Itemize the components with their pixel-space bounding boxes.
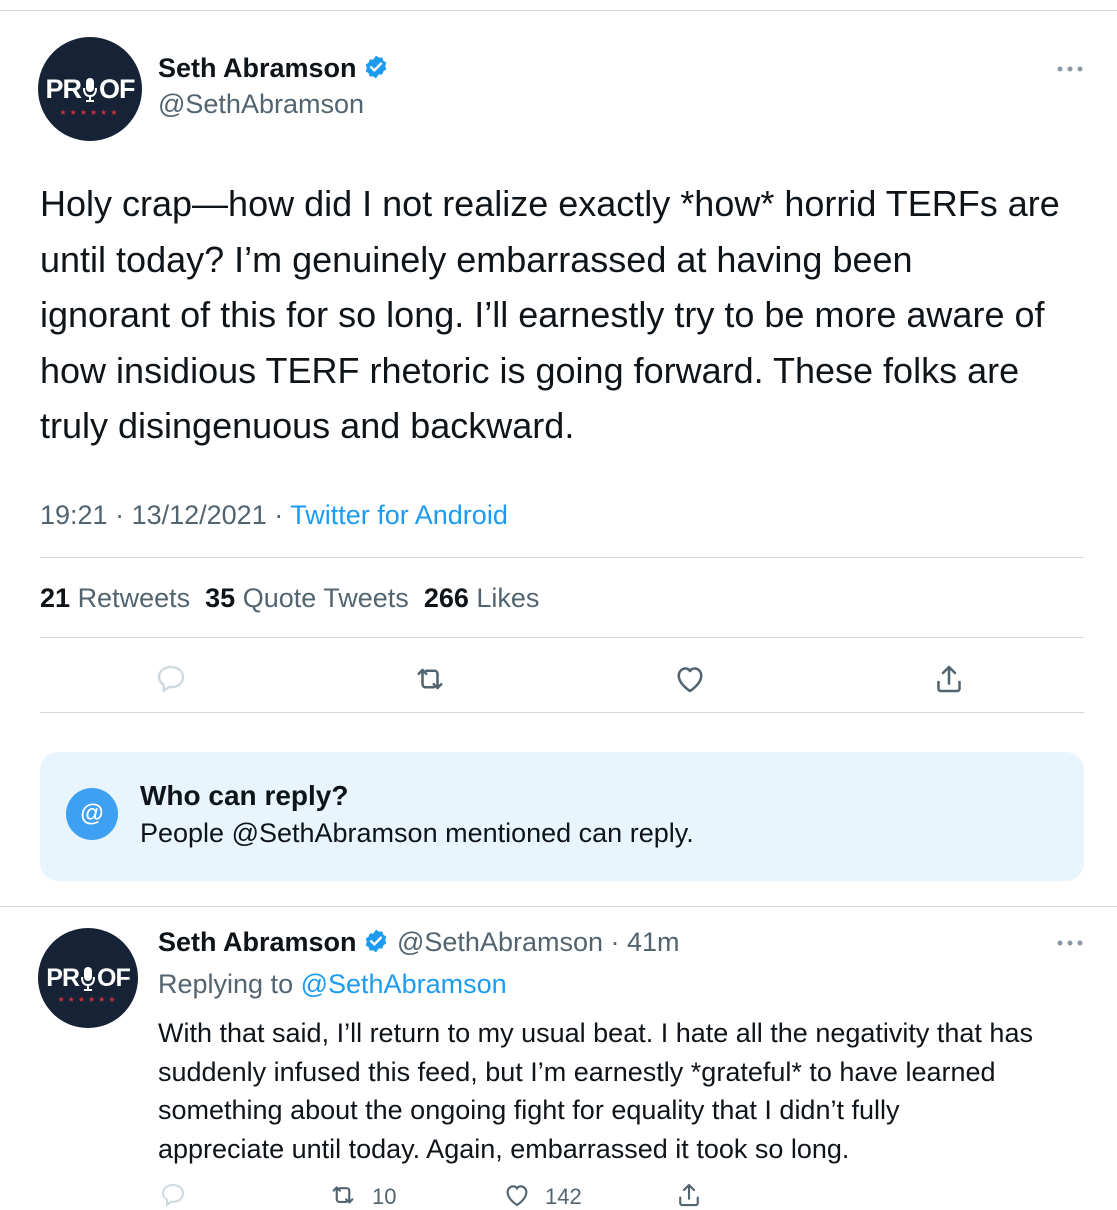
reply-restriction-description: People @SethAbramson mentioned can reply…	[140, 818, 694, 848]
tweet-body-line: ignorant of this for so long. I’ll earne…	[40, 294, 1045, 335]
tweet-source-link[interactable]: Twitter for Android	[290, 500, 508, 530]
author-name[interactable]: Seth Abramson	[158, 53, 357, 83]
reply-body-line: something about the ongoing fight for eq…	[158, 1095, 900, 1125]
divider	[40, 557, 1084, 558]
more-options-icon[interactable]	[1056, 938, 1084, 948]
tweet-date: 13/12/2021	[131, 500, 267, 530]
avatar-stars: ★★★★★★	[57, 995, 119, 1004]
retweet-icon[interactable]	[328, 1180, 358, 1210]
reply-body-line: appreciate until today. Again, embarrass…	[158, 1133, 850, 1164]
top-divider	[0, 10, 1117, 11]
quote-tweets-stat[interactable]: 35 Quote Tweets	[205, 583, 409, 613]
divider	[40, 637, 1084, 638]
tweet-body-line: Holy crap—how did I not realize exactly …	[40, 183, 1060, 224]
reply-restriction-notice: @ Who can reply? People @SethAbramson me…	[40, 752, 1084, 881]
replying-to-line: Replying to @SethAbramson	[158, 969, 507, 1000]
replying-to-handle-link[interactable]: @SethAbramson	[301, 969, 507, 999]
avatar-logo-text: PR OF	[45, 73, 135, 104]
reply-icon[interactable]	[153, 661, 189, 697]
share-icon[interactable]	[674, 1180, 704, 1210]
tweet-time: 19:21	[40, 500, 108, 530]
reply-header: Seth Abramson @SethAbramson · 41m	[158, 927, 680, 958]
like-icon[interactable]	[672, 661, 708, 697]
share-icon[interactable]	[931, 661, 967, 697]
reply-author-avatar[interactable]: PR OF ★★★★★★	[38, 928, 138, 1028]
retweet-icon[interactable]	[412, 661, 448, 697]
reply-icon[interactable]	[158, 1180, 188, 1210]
quote-tweets-count: 35	[205, 583, 236, 613]
reply-author-name[interactable]: Seth Abramson	[158, 927, 357, 957]
likes-label: Likes	[476, 583, 540, 613]
microphone-icon	[81, 966, 95, 991]
reply-body-line: With that said, I’ll return to my usual …	[158, 1018, 1033, 1048]
more-options-icon[interactable]	[1056, 64, 1084, 74]
avatar-stars: ★★★★★★	[59, 108, 121, 117]
reply-restriction-title: Who can reply?	[140, 780, 349, 811]
quote-tweets-label: Quote Tweets	[242, 583, 409, 613]
reply-body: With that said, I’ll return to my usual …	[158, 1014, 1108, 1168]
author-name-row[interactable]: Seth Abramson	[158, 53, 389, 84]
reply-like-count: 142	[545, 1184, 582, 1209]
likes-stat[interactable]: 266 Likes	[424, 583, 540, 613]
retweets-label: Retweets	[77, 583, 191, 613]
replying-to-label: Replying to	[158, 969, 294, 999]
divider	[0, 906, 1117, 907]
author-handle[interactable]: @SethAbramson	[158, 89, 364, 120]
tweet-body: Holy crap—how did I not realize exactly …	[40, 176, 1100, 454]
author-avatar[interactable]: PR OF ★★★★★★	[38, 37, 142, 141]
separator-dot: ·	[603, 927, 628, 957]
microphone-icon	[83, 78, 97, 103]
verified-badge-icon	[365, 55, 386, 79]
tweet-body-line: until today? I’m genuinely embarrassed a…	[40, 238, 913, 280]
likes-count: 266	[423, 583, 469, 613]
tweet-body-line: how insidious TERF rhetoric is going for…	[40, 349, 1020, 391]
avatar-logo-text: PR OF	[46, 963, 130, 992]
divider	[40, 712, 1084, 713]
tweet-body-line: truly disingenuous and backward.	[40, 405, 575, 446]
tweet-metadata: 19:21 · 13/12/2021 · Twitter for Android	[40, 500, 508, 530]
reply-age[interactable]: 41m	[627, 927, 680, 957]
retweets-count: 21	[40, 583, 71, 613]
verified-badge-icon	[365, 929, 386, 953]
reply-body-line: suddenly infused this feed, but I’m earn…	[158, 1056, 996, 1087]
at-sign-icon: @	[66, 788, 118, 840]
like-icon[interactable]	[502, 1180, 532, 1210]
reply-author-handle[interactable]: @SethAbramson	[397, 927, 603, 957]
tweet-stats: 21 Retweets 35 Quote Tweets 266 Likes	[40, 583, 539, 614]
reply-retweet-count: 10	[372, 1184, 397, 1209]
retweets-stat[interactable]: 21 Retweets	[40, 583, 190, 613]
